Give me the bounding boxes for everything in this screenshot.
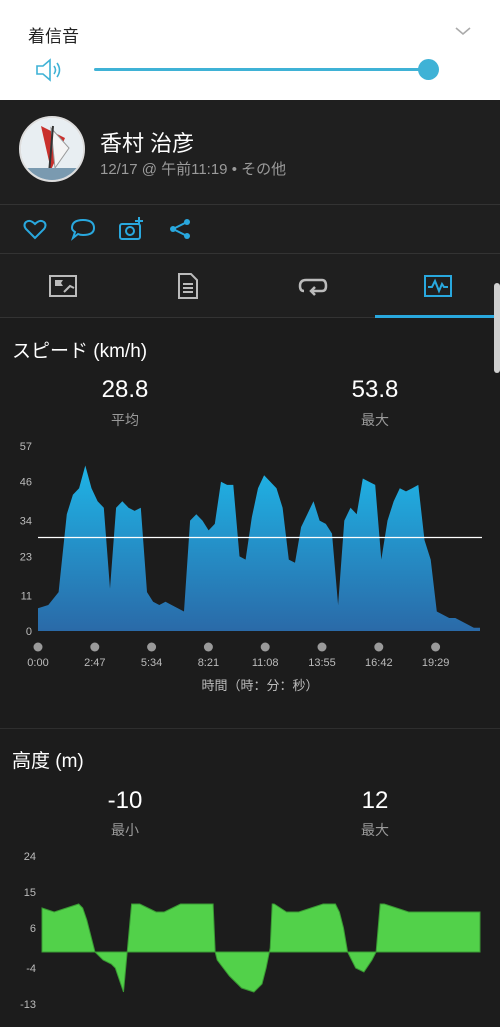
elevation-max-label: 最大 (361, 822, 389, 838)
speed-max-label: 最大 (361, 412, 389, 428)
elevation-min-label: 最小 (111, 822, 139, 838)
tab-overview[interactable] (0, 254, 125, 318)
elevation-area-series (41, 903, 481, 993)
speed-x-tick-dot (203, 642, 213, 652)
active-tab-indicator (375, 315, 500, 318)
speed-x-tick-dot (317, 642, 327, 652)
tab-charts[interactable] (375, 254, 500, 318)
speed-max-value: 53.8 (351, 376, 399, 403)
activity-header: 香村 治彦 12/17 @ 午前11:19 • その他 (0, 100, 500, 204)
map-flag-icon (48, 275, 77, 297)
share-icon[interactable] (167, 216, 193, 242)
speed-x-tick-label: 16:42 (365, 657, 393, 669)
speed-x-axis-title: 時間（時：分：秒） (201, 678, 319, 693)
speed-x-tick-label: 2:47 (84, 657, 105, 669)
chevron-down-icon[interactable] (454, 22, 472, 40)
elevation-y-tick-label: 24 (24, 851, 36, 863)
tab-laps[interactable] (250, 254, 375, 318)
speed-x-tick-dot (260, 642, 270, 652)
speed-x-tick-dot (147, 642, 157, 652)
tab-bar (0, 254, 500, 318)
speed-x-tick-label: 13:55 (308, 657, 336, 669)
speed-x-tick-label: 19:29 (422, 657, 450, 669)
speed-x-tick-dot (90, 642, 100, 652)
speed-avg-value: 28.8 (101, 376, 149, 403)
scrollbar[interactable] (494, 283, 500, 373)
comment-icon[interactable] (70, 216, 96, 242)
speed-x-tick-dot (431, 642, 441, 652)
elevation-max-value: 12 (361, 787, 389, 814)
speed-x-tick-dot (33, 642, 43, 652)
speed-y-tick-label: 23 (20, 551, 32, 563)
elevation-min-value: -10 (107, 787, 143, 814)
volume-title: 着信音 (28, 27, 79, 46)
speed-y-tick-label: 46 (20, 477, 32, 489)
user-name[interactable]: 香村 治彦 (100, 126, 194, 158)
speed-y-tick-label: 57 (20, 441, 32, 453)
elevation-y-tick-label: 6 (30, 923, 36, 935)
action-bar (0, 205, 500, 253)
camera-add-icon[interactable] (118, 216, 144, 242)
speed-chart: 57 46 34 23 11 0 0:00 2:47 5:34 8:21 11:08 13:55 16:… (20, 441, 482, 669)
speed-x-tick-label: 11:08 (252, 657, 279, 669)
activity-meta: 12/17 @ 午前11:19 • その他 (100, 161, 287, 178)
speed-x-tick-label: 0:00 (27, 657, 48, 669)
loop-icon (298, 278, 327, 296)
speed-y-tick-label: 34 (20, 516, 32, 528)
speed-area-series (38, 465, 480, 631)
elevation-y-tick-label: 15 (24, 887, 36, 899)
chart-icon (423, 275, 452, 297)
tab-details[interactable] (125, 254, 250, 318)
document-icon (177, 273, 198, 299)
elevation-title: 高度 (m) (12, 751, 84, 772)
heart-icon[interactable] (22, 216, 48, 242)
speaker-icon[interactable] (34, 57, 64, 83)
speed-y-tick-label: 0 (26, 626, 32, 638)
avatar[interactable] (19, 116, 85, 182)
divider (0, 728, 500, 729)
speed-x-tick-dot (374, 642, 384, 652)
speed-x-tick-label: 5:34 (141, 657, 162, 669)
elevation-y-tick-label: -4 (26, 963, 36, 975)
speed-avg-label: 平均 (111, 412, 139, 428)
volume-panel: 着信音 (0, 0, 500, 100)
speed-x-tick-label: 8:21 (198, 657, 219, 669)
volume-slider-track[interactable] (94, 68, 430, 71)
elevation-chart: 24 15 6 -4 -13 (20, 851, 481, 1011)
speed-title: スピード (km/h) (12, 341, 148, 362)
volume-slider-knob[interactable] (418, 59, 439, 80)
elevation-y-tick-label: -13 (20, 999, 36, 1011)
speed-y-tick-label: 11 (21, 590, 32, 602)
